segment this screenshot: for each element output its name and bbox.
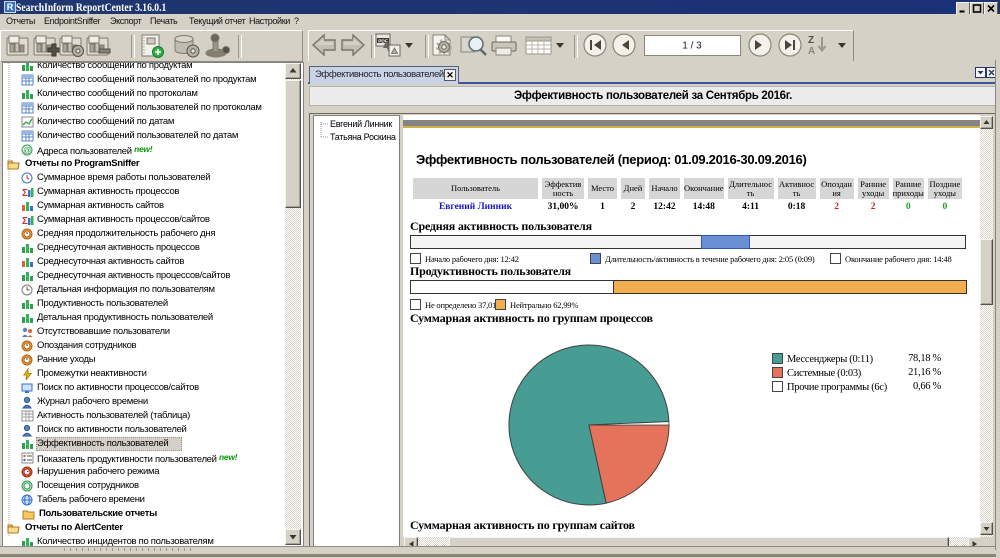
svg-text:A: A bbox=[808, 46, 815, 57]
svg-text:Z: Z bbox=[808, 35, 814, 46]
svg-text:1 / 3: 1 / 3 bbox=[682, 41, 702, 52]
svg-text:@: @ bbox=[23, 146, 31, 155]
svg-text:Σ: Σ bbox=[22, 188, 28, 199]
svg-text:Σ: Σ bbox=[22, 216, 28, 227]
